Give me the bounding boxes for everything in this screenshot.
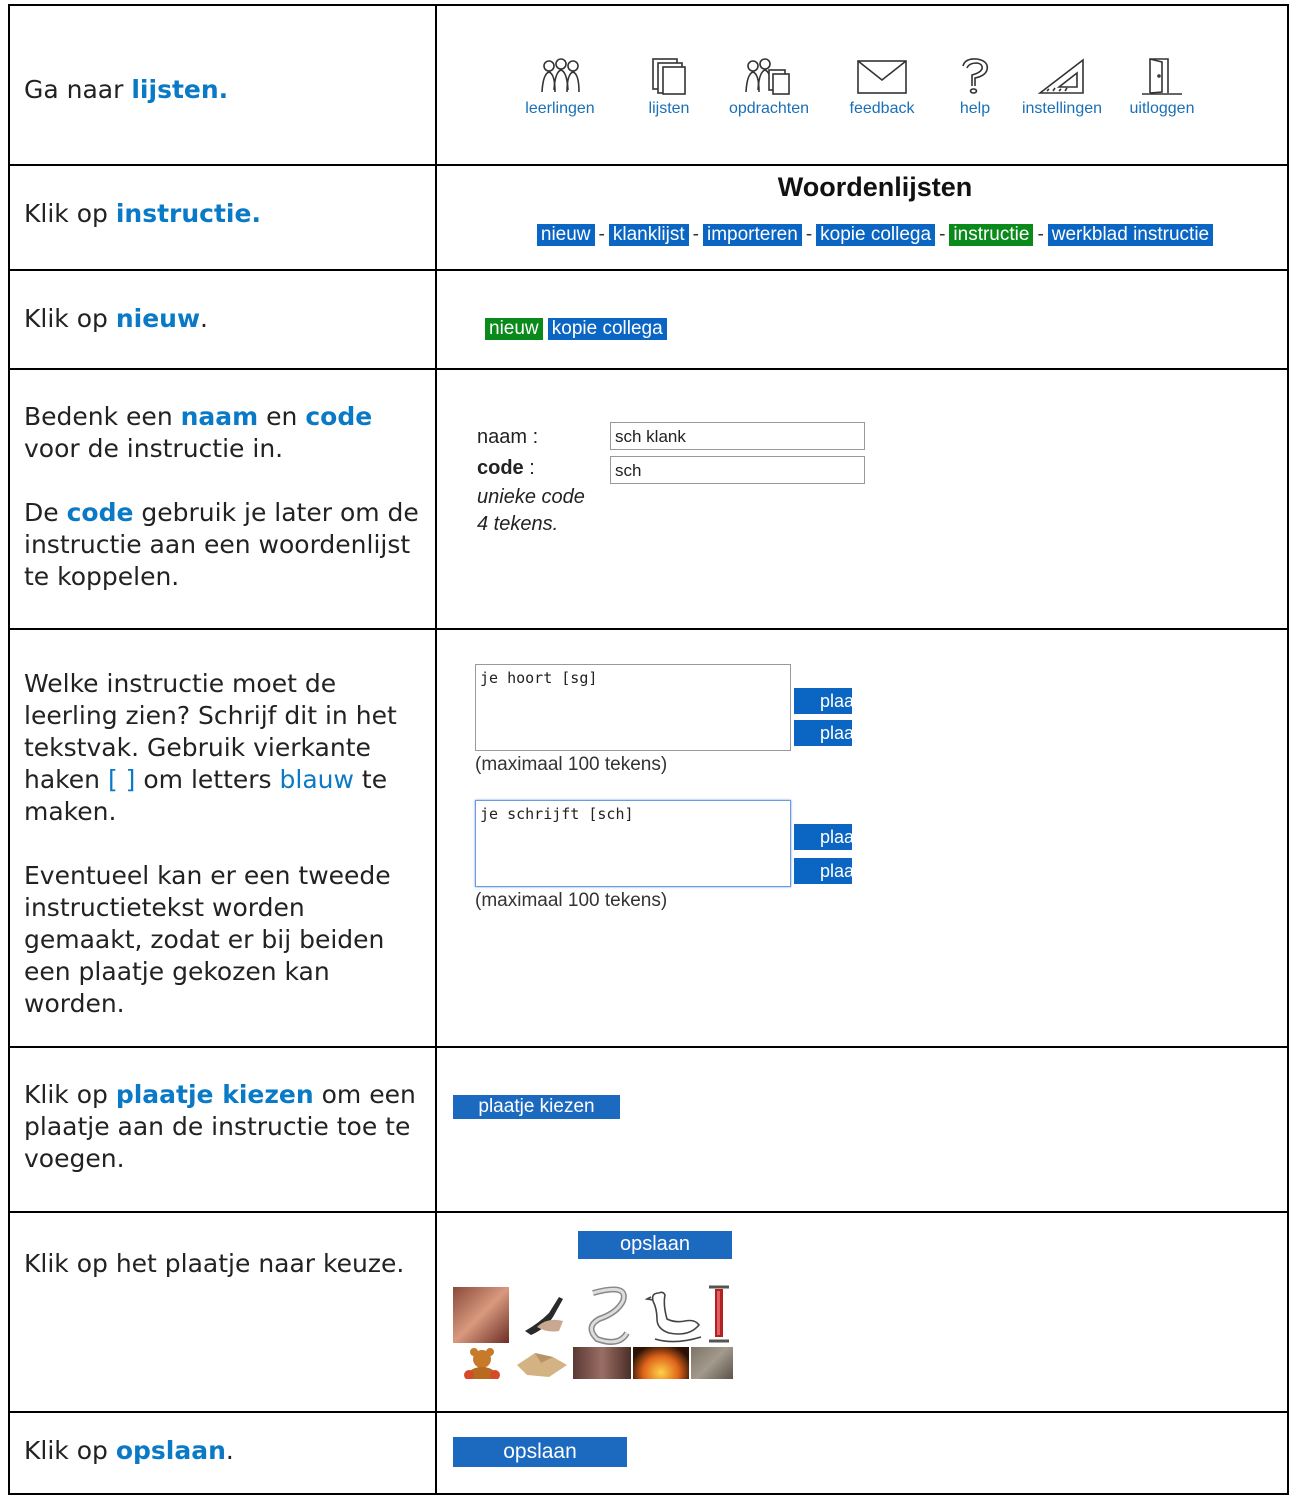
nav-instellingen[interactable]: instellingen	[1012, 56, 1112, 118]
choose-picture-button-1[interactable]: plaatje kiezen	[794, 688, 852, 714]
menu-kopie-collega[interactable]: kopie collega	[816, 224, 936, 246]
picture-picker: opslaan	[437, 1213, 1287, 1409]
instruction-table: Ga naar lijsten. leerlingen lijsten opdr…	[8, 4, 1289, 1495]
naam-label: naam :	[477, 426, 539, 448]
naam-field[interactable]: sch klank	[610, 422, 865, 450]
new-button[interactable]: nieuw	[485, 318, 543, 340]
swan-thumbnail[interactable]	[644, 1285, 705, 1347]
nav-uitloggen[interactable]: uitloggen	[1121, 56, 1203, 118]
choose-picture-button-2[interactable]: plaatje kiezen	[794, 824, 852, 850]
table-row: Bedenk een naam en code voor de instruct…	[8, 368, 1289, 630]
nav-help[interactable]: help	[949, 56, 1001, 118]
mouse-thumbnail[interactable]	[691, 1347, 733, 1379]
code-label: code :	[477, 457, 535, 479]
keyword: instructie	[115, 199, 252, 228]
instruction-textarea-2[interactable]: je schrijft [sch]	[475, 800, 791, 887]
keyword: plaatje kiezen	[115, 1080, 314, 1109]
main-nav: leerlingen lijsten opdrachten feedback h…	[437, 6, 1287, 162]
hand-writing-thumbnail[interactable]	[519, 1287, 575, 1343]
question-icon	[962, 58, 989, 94]
close-up-photo-thumbnail[interactable]	[573, 1347, 631, 1379]
lists-icon	[652, 58, 686, 95]
table-row: Welke instructie moet de leerling zien? …	[8, 628, 1289, 1048]
fire-thumbnail[interactable]	[633, 1347, 689, 1379]
save-button-top[interactable]: opslaan	[578, 1231, 732, 1259]
step-text: Ga naar lijsten.	[24, 75, 229, 104]
code-hint: unieke code 4 tekens.	[477, 486, 585, 535]
code-form: naam : sch klank code : sch unieke code …	[437, 370, 1287, 626]
nav-lijsten[interactable]: lijsten	[634, 56, 704, 118]
code-field[interactable]: sch	[610, 456, 865, 484]
copy-colleague-button[interactable]: kopie collega	[547, 318, 667, 340]
step-text: Klik op plaatje kiezen om een plaatje aa…	[24, 1080, 416, 1173]
menu-klanklijst[interactable]: klanklijst	[608, 224, 689, 246]
teddy-bear-thumbnail[interactable]	[453, 1347, 511, 1383]
menu-nieuw[interactable]: nieuw	[536, 224, 595, 246]
save-button[interactable]: opslaan	[453, 1437, 627, 1467]
instruction-editor: je hoort [sg] plaatje kiezen plaatje kie…	[437, 630, 1287, 1044]
choose-picture-button-1b[interactable]: plaatje kiezen	[794, 720, 852, 746]
menu-instructie[interactable]: instructie	[949, 224, 1034, 246]
step-text: Klik op het plaatje naar keuze.	[24, 1249, 405, 1278]
set-square-icon	[1037, 58, 1084, 94]
menu-importeren[interactable]: importeren	[703, 224, 802, 246]
keyword: nieuw	[115, 304, 201, 333]
table-row: Ga naar lijsten. leerlingen lijsten opdr…	[8, 4, 1289, 166]
table-row: Klik op instructie. Woordenlijsten nieuw…	[8, 164, 1289, 271]
table-row: Klik op het plaatje naar keuze. opslaan	[8, 1211, 1289, 1413]
table-row: Klik op plaatje kiezen om een plaatje aa…	[8, 1046, 1289, 1213]
table-row: Klik op nieuw. nieuw kopie collega	[8, 269, 1289, 370]
step-text: Klik op instructie.	[24, 199, 261, 228]
step-text: Bedenk een naam en code voor de instruct…	[24, 402, 419, 591]
cardboard-box-thumbnail[interactable]	[513, 1347, 571, 1379]
envelope-icon	[857, 60, 907, 94]
keyword: opslaan	[115, 1436, 226, 1465]
ear-thumbnail[interactable]	[453, 1287, 509, 1343]
char-limit-note: (maximaal 100 tekens)	[475, 754, 668, 775]
char-limit-note: (maximaal 100 tekens)	[475, 890, 668, 911]
nav-opdrachten[interactable]: opdrachten	[717, 56, 821, 118]
nav-feedback[interactable]: feedback	[837, 56, 927, 118]
door-icon	[1142, 58, 1182, 95]
nav-leerlingen[interactable]: leerlingen	[515, 56, 605, 118]
students-icon	[541, 58, 580, 93]
keyword: lijsten	[131, 75, 219, 104]
choose-picture-button[interactable]: plaatje kiezen	[453, 1095, 620, 1119]
list-menu: nieuw - klanklijst - importeren - kopie colleg…	[463, 224, 1287, 246]
page-title: Woordenlijsten	[777, 172, 973, 202]
table-row: Klik op opslaan. opslaan	[8, 1411, 1289, 1495]
assignments-icon	[745, 58, 790, 95]
choose-picture-button-2b[interactable]: plaatje kiezen	[794, 858, 852, 884]
bicycle-pump-thumbnail[interactable]	[707, 1283, 731, 1345]
step-text: Welke instructie moet de leerling zien? …	[24, 669, 397, 1018]
menu-werkblad-instructie[interactable]: werkblad instructie	[1047, 224, 1214, 246]
step-text: Klik op opslaan.	[24, 1436, 234, 1465]
instruction-textarea-1[interactable]: je hoort [sg]	[475, 664, 791, 751]
step-text: Klik op nieuw.	[24, 304, 208, 333]
snake-eight-thumbnail[interactable]	[579, 1283, 641, 1347]
